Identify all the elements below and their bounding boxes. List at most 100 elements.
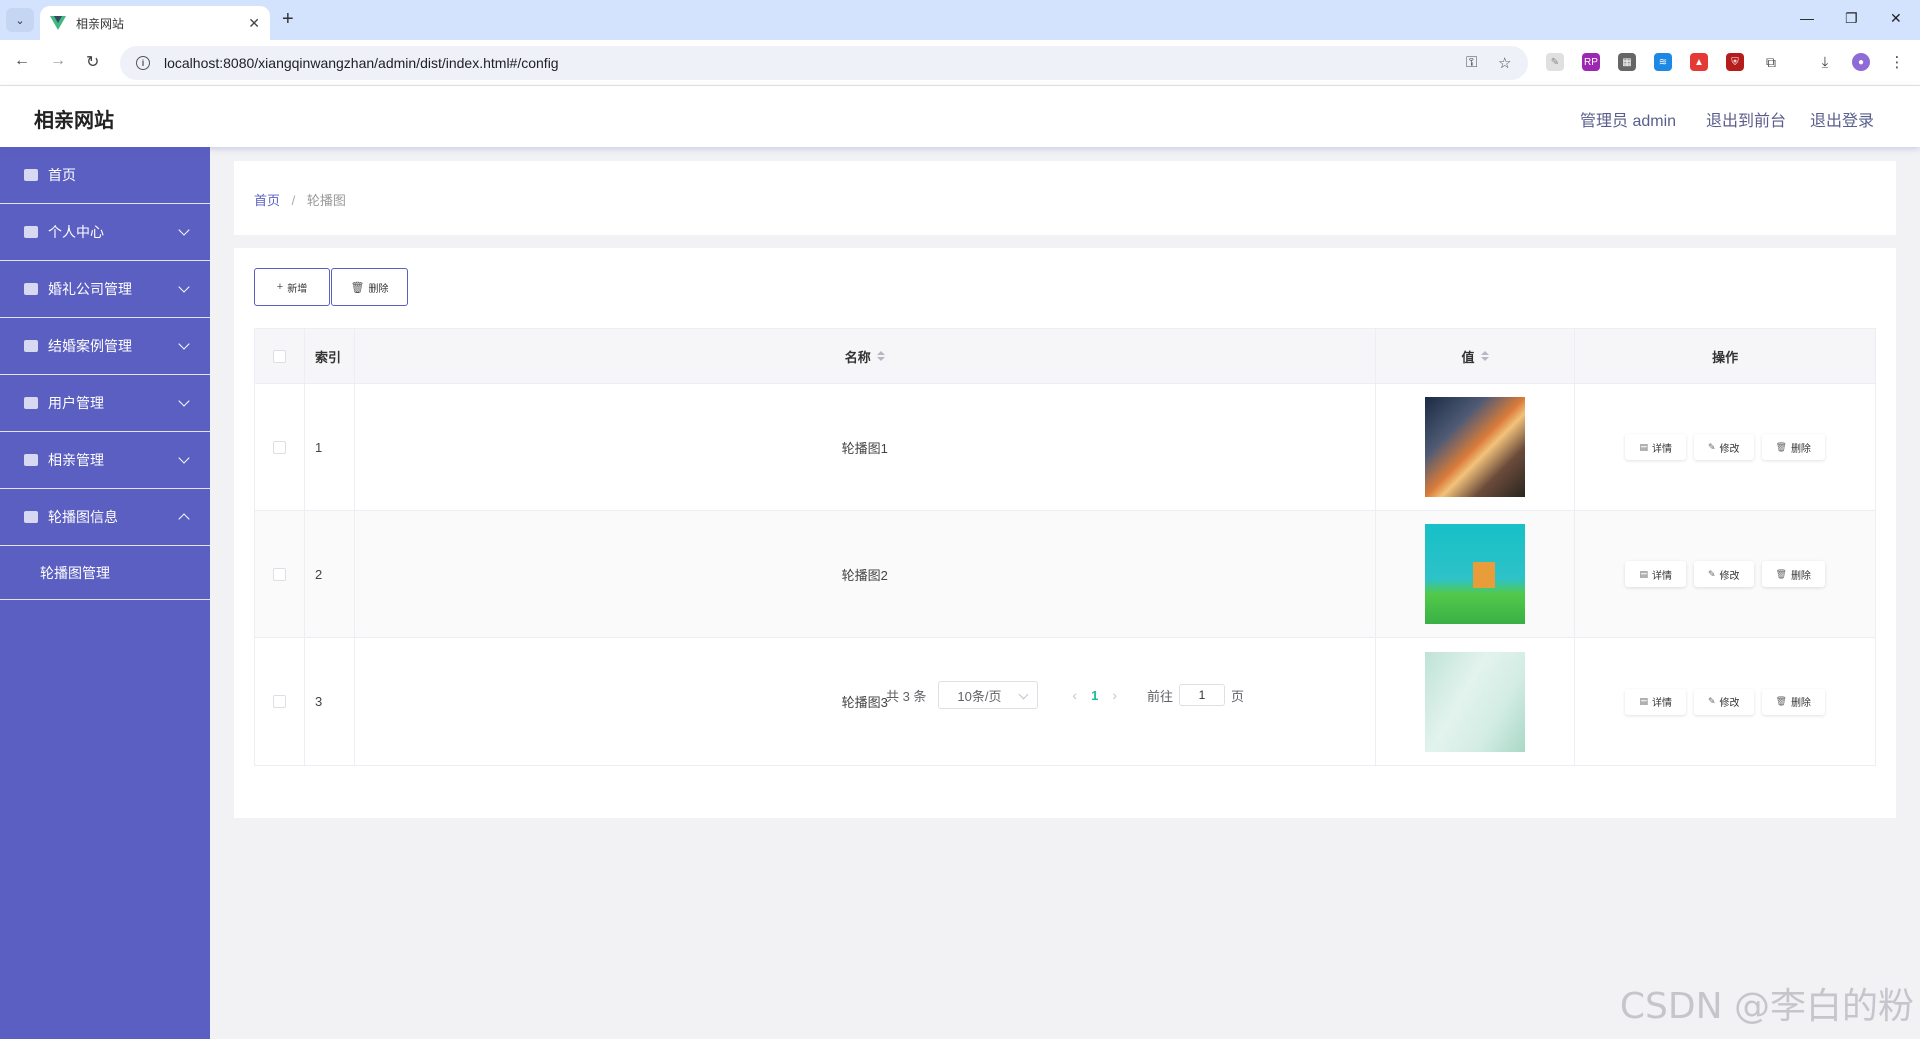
sidebar-item-wedding-company[interactable]: 婚礼公司管理 bbox=[0, 261, 210, 318]
row-delete-button[interactable]: 🗑 删除 bbox=[1761, 434, 1825, 460]
header-value[interactable]: 值 bbox=[1376, 329, 1576, 383]
password-key-icon[interactable]: ⚿ bbox=[1466, 54, 1477, 71]
detail-button[interactable]: ▤ 详情 bbox=[1625, 434, 1686, 460]
next-page-icon[interactable]: › bbox=[1112, 687, 1117, 703]
carousel-thumbnail[interactable] bbox=[1425, 397, 1525, 497]
logout-link[interactable]: 退出登录 bbox=[1810, 107, 1874, 131]
sidebar-item-label: 轮播图信息 bbox=[48, 509, 118, 525]
row-index: 1 bbox=[305, 384, 355, 510]
row-check-cell bbox=[255, 384, 305, 510]
csdn-watermark: CSDN @李白的粉 bbox=[1619, 986, 1914, 1027]
user-icon bbox=[24, 226, 38, 238]
restore-icon[interactable]: ❐ bbox=[1845, 10, 1858, 27]
edit-label: 修改 bbox=[1719, 443, 1740, 455]
browser-tab[interactable]: 相亲网站 ✕ bbox=[40, 6, 270, 40]
add-button[interactable]: + 新增 bbox=[254, 268, 330, 306]
close-tab-icon[interactable]: ✕ bbox=[248, 15, 260, 32]
back-icon[interactable]: ← bbox=[14, 52, 30, 70]
row-name: 轮播图2 bbox=[355, 511, 1376, 637]
breadcrumb: 首页 / 轮播图 bbox=[254, 190, 346, 209]
content-card: + 新增 🗑 删除 索引 名称 值 操作 1 轮播图1 ▤ 详情 ✎ 修改 🗑 … bbox=[234, 248, 1896, 818]
sidebar-subitem-carousel-manage[interactable]: 轮播图管理 bbox=[0, 546, 210, 600]
sidebar-item-personal-center[interactable]: 个人中心 bbox=[0, 204, 210, 261]
row-name: 轮播图1 bbox=[355, 384, 1376, 510]
page-number-current[interactable]: 1 bbox=[1091, 688, 1098, 703]
pagination: 共 3 条 10条/页 ‹ 1 › 前往 1 页 bbox=[234, 680, 1896, 710]
briefcase-icon bbox=[24, 283, 38, 295]
row-value-cell bbox=[1376, 511, 1576, 637]
header-actions: 操作 bbox=[1712, 349, 1739, 365]
trash-icon: 🗑 bbox=[1775, 441, 1787, 452]
back-to-front-link[interactable]: 退出到前台 bbox=[1706, 107, 1786, 131]
sidebar-item-home[interactable]: 首页 bbox=[0, 147, 210, 204]
detail-button[interactable]: ▤ 详情 bbox=[1625, 561, 1686, 587]
chevron-down-icon bbox=[178, 224, 190, 236]
extension-icon[interactable]: ▦ bbox=[1618, 53, 1636, 71]
page-size-select[interactable]: 10条/页 bbox=[938, 681, 1039, 709]
shield-extension-icon[interactable]: ⛨ bbox=[1726, 53, 1744, 71]
carousel-thumbnail[interactable] bbox=[1425, 524, 1525, 624]
select-all-checkbox[interactable] bbox=[272, 349, 286, 363]
clipboard-icon bbox=[24, 340, 38, 352]
sidebar-item-carousel-info[interactable]: 轮播图信息 bbox=[0, 489, 210, 546]
bookmark-star-icon[interactable]: ☆ bbox=[1498, 54, 1511, 72]
add-button-label: 新增 bbox=[287, 283, 308, 295]
chevron-down-icon bbox=[178, 452, 190, 464]
row-checkbox[interactable] bbox=[272, 440, 286, 454]
chevron-up-icon bbox=[178, 513, 190, 525]
extension-icon[interactable]: ▲ bbox=[1690, 53, 1708, 71]
delete-label: 删除 bbox=[1790, 570, 1811, 582]
row-delete-button[interactable]: 🗑 删除 bbox=[1761, 561, 1825, 587]
edit-icon: ✎ bbox=[1707, 441, 1716, 452]
page-suffix: 页 bbox=[1231, 688, 1245, 704]
sidebar-item-wedding-cases[interactable]: 结婚案例管理 bbox=[0, 318, 210, 375]
puzzle-extensions-icon[interactable]: ⧉ bbox=[1762, 53, 1780, 71]
close-window-icon[interactable]: ✕ bbox=[1890, 10, 1902, 27]
breadcrumb-home-link[interactable]: 首页 bbox=[254, 193, 280, 208]
document-icon: ▤ bbox=[1639, 568, 1648, 579]
site-info-icon[interactable]: i bbox=[136, 56, 150, 70]
header-index: 索引 bbox=[305, 329, 355, 383]
extension-icon[interactable]: ≋ bbox=[1654, 53, 1672, 71]
site-title: 相亲网站 bbox=[34, 110, 114, 132]
browser-address-bar: ← → ↻ i localhost:8080/xiangqinwangzhan/… bbox=[0, 40, 1920, 86]
goto-page-input[interactable]: 1 bbox=[1179, 684, 1226, 706]
app-header: 相亲网站 管理员 admin 退出到前台 退出登录 bbox=[0, 86, 1920, 147]
detail-label: 详情 bbox=[1651, 570, 1672, 582]
reload-icon[interactable]: ↻ bbox=[86, 52, 99, 72]
chevron-down-icon bbox=[178, 338, 190, 350]
edit-button[interactable]: ✎ 修改 bbox=[1693, 561, 1754, 587]
row-checkbox[interactable] bbox=[272, 567, 286, 581]
sidebar-subitem-label: 轮播图管理 bbox=[40, 564, 110, 581]
plus-icon: + bbox=[276, 281, 284, 293]
profile-avatar-icon[interactable]: ● bbox=[1852, 53, 1870, 71]
sort-icon[interactable] bbox=[1480, 351, 1489, 361]
browser-menu-icon[interactable]: ⋮ bbox=[1888, 53, 1906, 71]
extension-icon[interactable]: ✎ bbox=[1546, 53, 1564, 71]
sidebar-item-users[interactable]: 用户管理 bbox=[0, 375, 210, 432]
sidebar-item-label: 个人中心 bbox=[48, 224, 104, 240]
vue-favicon-icon bbox=[50, 16, 66, 30]
delete-label: 删除 bbox=[1790, 443, 1811, 455]
chevron-down-icon bbox=[178, 395, 190, 407]
sort-icon[interactable] bbox=[876, 351, 885, 361]
sidebar-item-label: 首页 bbox=[48, 167, 76, 183]
download-icon[interactable]: ⤓ bbox=[1816, 53, 1834, 71]
new-tab-button[interactable]: + bbox=[282, 8, 294, 31]
header-name[interactable]: 名称 bbox=[355, 329, 1376, 383]
forward-icon[interactable]: → bbox=[50, 52, 66, 70]
rp-extension-icon[interactable]: RP bbox=[1582, 53, 1600, 71]
sidebar-item-matchmaking[interactable]: 相亲管理 bbox=[0, 432, 210, 489]
trash-icon: 🗑 bbox=[1775, 568, 1787, 579]
page-size-value: 10条/页 bbox=[957, 688, 1002, 704]
prev-page-icon[interactable]: ‹ bbox=[1072, 687, 1077, 703]
delete-button[interactable]: 🗑 删除 bbox=[331, 268, 408, 306]
minimize-icon[interactable]: — bbox=[1800, 10, 1814, 26]
menu-icon bbox=[24, 511, 38, 523]
browser-tab-bar: ⌄ 相亲网站 ✕ + — ❐ ✕ bbox=[0, 0, 1920, 40]
edit-button[interactable]: ✎ 修改 bbox=[1693, 434, 1754, 460]
tab-search-button[interactable]: ⌄ bbox=[6, 8, 34, 32]
header-value-label: 值 bbox=[1461, 349, 1475, 365]
edit-label: 修改 bbox=[1719, 570, 1740, 582]
url-field[interactable]: i localhost:8080/xiangqinwangzhan/admin/… bbox=[120, 46, 1528, 80]
